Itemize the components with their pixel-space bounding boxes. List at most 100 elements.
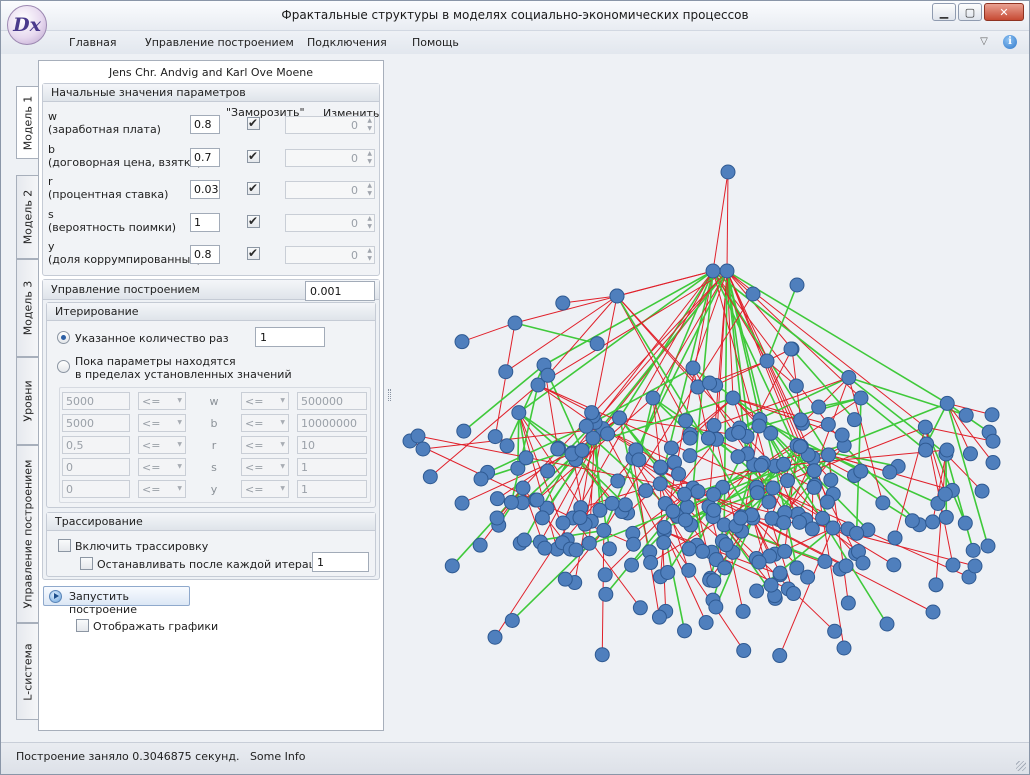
range-op-max-select[interactable]: <= [241, 480, 289, 498]
stop-each-iteration-input[interactable]: 1 [312, 552, 369, 572]
status-message: Построение заняло 0.3046875 секунд. [16, 750, 240, 763]
graph-edges [409, 171, 994, 656]
graph-node [706, 502, 722, 518]
fractal-graph-canvas [402, 164, 1001, 664]
graph-node [589, 336, 605, 352]
radio-iterate-count[interactable] [57, 331, 70, 344]
tab-model-1[interactable]: Модель 1 [16, 86, 39, 159]
run-build-button[interactable]: Запустить построение [43, 586, 190, 616]
graph-node [671, 466, 687, 482]
range-max-input[interactable]: 1 [297, 480, 367, 498]
graph-node [925, 514, 941, 530]
tab-levels[interactable]: Уровни [16, 357, 38, 445]
tab-build-control[interactable]: Управление построением [16, 445, 38, 623]
param-symbol: b [48, 143, 55, 156]
param-value-input[interactable]: 0.7 [190, 148, 220, 167]
show-graphs-checkbox[interactable] [76, 619, 89, 632]
graph-node [965, 542, 981, 558]
range-op-min-select[interactable]: <= [138, 392, 186, 410]
range-min-input[interactable]: 0 [62, 458, 130, 476]
menu-item-build-control[interactable]: Управление построением [145, 36, 294, 49]
graph-node [677, 512, 693, 528]
graph-node [504, 612, 520, 628]
graph-edge [494, 322, 516, 437]
graph-node [698, 615, 714, 631]
range-max-input[interactable]: 10 [297, 436, 367, 454]
param-change-spinner[interactable]: 0 [285, 214, 375, 232]
graph-node [617, 497, 633, 513]
minimize-button[interactable]: ▁ [932, 3, 956, 21]
close-button[interactable]: ✕ [984, 3, 1024, 21]
graph-node [516, 532, 532, 548]
range-op-min-select[interactable]: <= [138, 480, 186, 498]
graph-node [819, 494, 835, 510]
graph-node [529, 492, 545, 508]
tab-model-3[interactable]: Модель 3 [16, 259, 38, 357]
param-change-spinner[interactable]: 0 [285, 116, 375, 134]
graph-node [706, 486, 722, 502]
range-max-input[interactable]: 10000000 [297, 414, 367, 432]
graph-node [846, 412, 862, 428]
graph-node [472, 537, 488, 553]
vertical-tabs: Модель 1 Модель 2 Модель 3 Уровни Управл… [16, 86, 39, 726]
menu-item-connections[interactable]: Подключения [307, 36, 387, 49]
graph-node [751, 554, 767, 570]
param-freeze-checkbox[interactable] [247, 181, 260, 195]
param-freeze-checkbox[interactable] [247, 246, 260, 260]
menu-item-help[interactable]: Помощь [412, 36, 459, 49]
graph-node [945, 557, 961, 573]
iterate-count-input[interactable]: 1 [255, 327, 325, 347]
param-value-input[interactable]: 1 [190, 213, 220, 232]
graph-node [736, 643, 752, 659]
param-value-input[interactable]: 0.8 [190, 115, 220, 134]
param-change-spinner[interactable]: 0 [285, 149, 375, 167]
range-op-max-select[interactable]: <= [241, 414, 289, 432]
param-freeze-checkbox[interactable] [247, 149, 260, 163]
range-min-input[interactable]: 5000 [62, 392, 130, 410]
param-change-spinner[interactable]: 0 [285, 246, 375, 264]
range-max-input[interactable]: 1 [297, 458, 367, 476]
range-min-input[interactable]: 0 [62, 480, 130, 498]
param-freeze-checkbox[interactable] [247, 116, 260, 130]
stop-each-iteration-checkbox[interactable] [80, 557, 93, 570]
graph-node [855, 555, 871, 571]
range-op-min-select[interactable]: <= [138, 436, 186, 454]
splitter-handle[interactable] [388, 389, 391, 401]
model-panel: Jens Chr. Andvig and Karl Ove Moene Нача… [38, 60, 384, 731]
range-op-max-select[interactable]: <= [241, 392, 289, 410]
range-op-max-select[interactable]: <= [241, 436, 289, 454]
graph-node [879, 616, 895, 632]
param-value-input[interactable]: 0.8 [190, 245, 220, 264]
info-icon[interactable]: i [1003, 35, 1017, 49]
tab-label: Модель 1 [21, 95, 35, 150]
chevron-down-icon[interactable]: ▽ [977, 35, 991, 49]
graph-node [730, 449, 746, 465]
graph-node [792, 439, 808, 455]
tab-model-2[interactable]: Модель 2 [16, 175, 38, 259]
graph-node [985, 433, 1001, 449]
app-logo[interactable]: Dx [7, 5, 47, 45]
param-change-spinner[interactable]: 0 [285, 181, 375, 199]
enable-tracing-checkbox[interactable] [58, 539, 71, 552]
graph-node [763, 577, 779, 593]
resize-grip[interactable] [1016, 761, 1026, 771]
window-title: Фрактальные структуры в моделях социальн… [281, 8, 749, 22]
range-op-max-select[interactable]: <= [241, 458, 289, 476]
param-value-input[interactable]: 0.03 [190, 180, 220, 199]
range-op-min-select[interactable]: <= [138, 414, 186, 432]
build-control-value-input[interactable]: 0.001 [305, 281, 375, 301]
range-min-input[interactable]: 5000 [62, 414, 130, 432]
range-op-min-select[interactable]: <= [138, 458, 186, 476]
param-symbol: y [48, 240, 55, 253]
radio-iterate-range[interactable] [57, 360, 70, 373]
graph-node [780, 473, 796, 489]
tab-label: Управление построением [21, 459, 34, 609]
maximize-button[interactable]: ▢ [958, 3, 982, 21]
graph-edge [461, 322, 516, 343]
tab-label: L-система [21, 642, 34, 701]
menu-item-home[interactable]: Главная [69, 36, 117, 49]
tab-l-system[interactable]: L-система [16, 623, 38, 720]
range-max-input[interactable]: 500000 [297, 392, 367, 410]
range-min-input[interactable]: 0,5 [62, 436, 130, 454]
param-freeze-checkbox[interactable] [247, 214, 260, 228]
